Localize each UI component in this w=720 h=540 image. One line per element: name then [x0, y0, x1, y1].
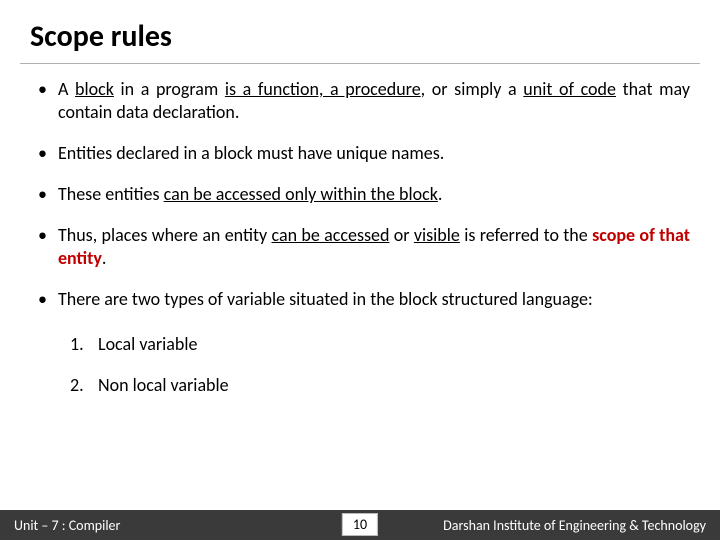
text: A [58, 78, 75, 100]
text: Entities declared in a block must have u… [58, 142, 444, 164]
text-underline: can be accessed only within the block [164, 183, 438, 205]
footer-left: Unit – 7 : Compiler [0, 517, 120, 534]
text-underline: can be accessed [272, 224, 390, 246]
text: There are two types of variable situated… [58, 288, 593, 310]
bullet-item: A block in a program is a function, a pr… [30, 78, 690, 142]
numbered-list: Local variable Non local variable [30, 329, 690, 411]
text: is referred to the [460, 224, 592, 246]
bullet-item: Entities declared in a block must have u… [30, 142, 690, 183]
text-underline: visible [414, 224, 460, 246]
slide-title: Scope rules [20, 18, 700, 64]
text-underline: unit of code [523, 78, 616, 100]
bullet-item: There are two types of variable situated… [30, 288, 690, 329]
footer-right: Darshan Institute of Engineering & Techn… [443, 517, 720, 534]
text: . [438, 183, 443, 205]
text-underline: is a function, a procedure [225, 78, 421, 100]
text: These entities [58, 183, 164, 205]
text: in a program [114, 78, 225, 100]
footer: Unit – 7 : Compiler 10 Darshan Institute… [0, 510, 720, 540]
numbered-item: Non local variable [70, 370, 690, 411]
text: or [389, 224, 413, 246]
text: , or simply a [421, 78, 524, 100]
slide: Scope rules A block in a program is a fu… [0, 0, 720, 540]
text: Local variable [98, 333, 197, 355]
text: Non local variable [98, 374, 229, 396]
text: . [102, 247, 107, 269]
text: Thus, places where an entity [58, 224, 272, 246]
text-underline: block [75, 78, 114, 100]
bullet-list: A block in a program is a function, a pr… [30, 78, 690, 329]
page-number: 10 [342, 513, 378, 536]
numbered-item: Local variable [70, 329, 690, 370]
bullet-item: Thus, places where an entity can be acce… [30, 224, 690, 288]
bullet-item: These entities can be accessed only with… [30, 183, 690, 224]
